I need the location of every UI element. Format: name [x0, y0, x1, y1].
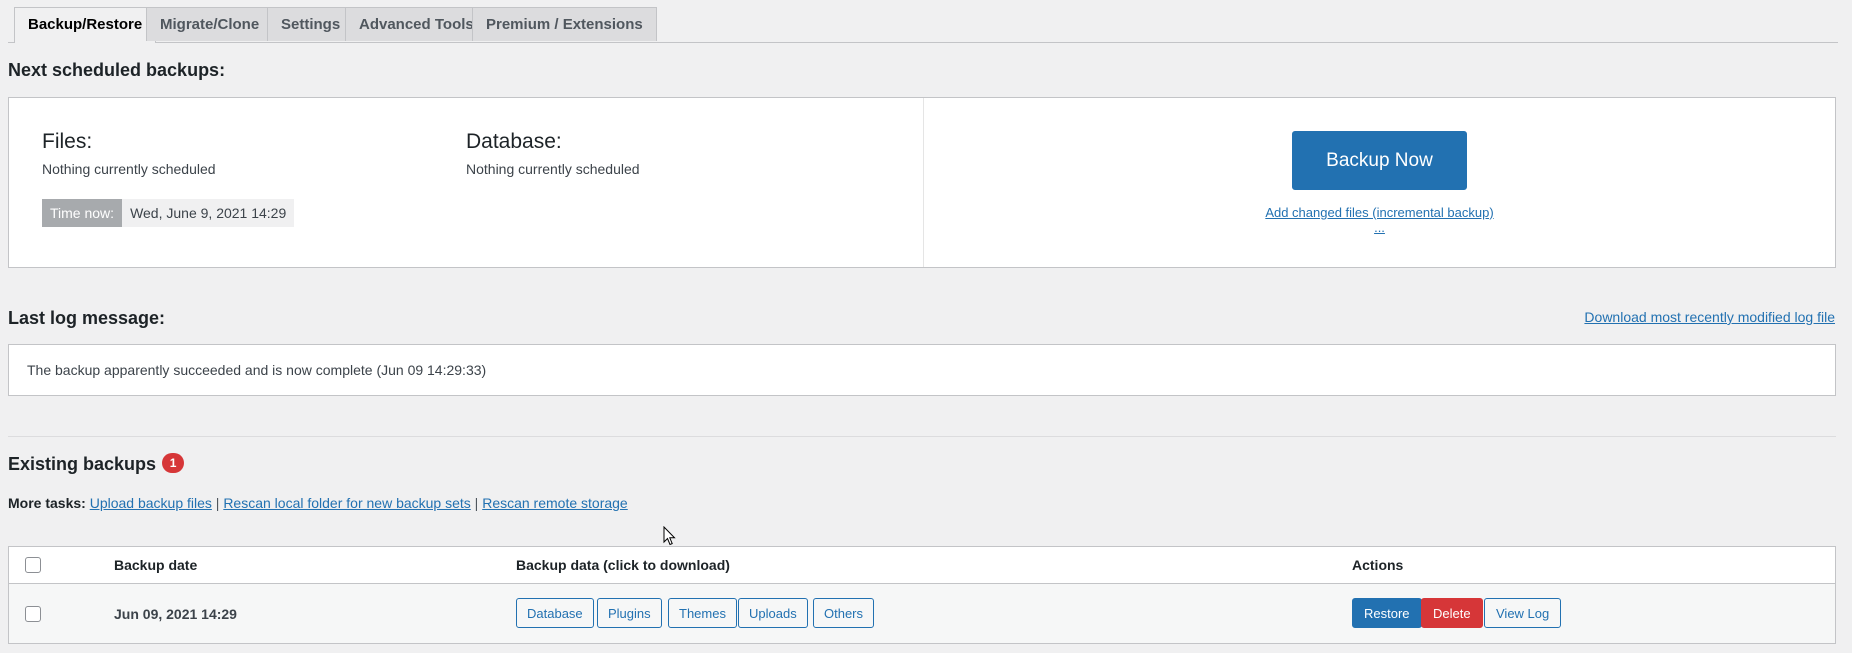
tab-bar: Backup/Restore Migrate/Clone Settings Ad…: [8, 7, 1838, 43]
database-status: Nothing currently scheduled: [466, 161, 640, 177]
row-checkbox[interactable]: [25, 606, 41, 622]
log-message: The backup apparently succeeded and is n…: [27, 362, 487, 378]
files-title: Files:: [42, 130, 93, 153]
select-all-checkbox[interactable]: [25, 557, 41, 573]
download-themes-button[interactable]: Themes: [668, 598, 737, 628]
table-header: Backup date Backup data (click to downlo…: [9, 547, 1835, 584]
col-actions: Actions: [1352, 557, 1404, 573]
existing-backups-title: Existing backups: [8, 454, 157, 474]
upload-backup-files-link[interactable]: Upload backup files: [90, 495, 212, 511]
incremental-backup-link[interactable]: Add changed files (incremental backup) .…: [1261, 205, 1498, 235]
separator: |: [474, 495, 479, 511]
view-log-button[interactable]: View Log: [1484, 598, 1562, 628]
schedule-divider: [923, 98, 924, 267]
tab-premium-extensions[interactable]: Premium / Extensions: [472, 7, 657, 41]
col-backup-data: Backup data (click to download): [516, 557, 730, 573]
backup-now-button[interactable]: Backup Now: [1292, 131, 1467, 190]
database-title: Database:: [466, 130, 562, 153]
existing-backups-heading: Existing backups 1: [8, 453, 185, 475]
time-now-label: Time now:: [42, 199, 123, 227]
delete-button[interactable]: Delete: [1421, 598, 1483, 628]
download-uploads-button[interactable]: Uploads: [738, 598, 808, 628]
tab-backup-restore[interactable]: Backup/Restore: [14, 7, 157, 43]
files-status: Nothing currently scheduled: [42, 161, 216, 177]
download-database-button[interactable]: Database: [516, 598, 594, 628]
last-log-heading: Last log message:: [8, 308, 166, 328]
section-divider: [8, 436, 1836, 437]
mouse-cursor-icon: [663, 526, 676, 546]
schedule-panel: Files: Nothing currently scheduled Datab…: [8, 97, 1836, 268]
tab-advanced-tools[interactable]: Advanced Tools: [345, 7, 488, 41]
backup-date: Jun 09, 2021 14:29: [114, 606, 237, 622]
backup-count-badge: 1: [162, 453, 185, 474]
time-now-value: Wed, June 9, 2021 14:29: [122, 199, 295, 227]
separator: |: [215, 495, 220, 511]
table-row: Jun 09, 2021 14:29 Database Plugins Them…: [9, 584, 1835, 643]
more-tasks: More tasks: Upload backup files | Rescan…: [8, 495, 628, 511]
tab-migrate-clone[interactable]: Migrate/Clone: [146, 7, 274, 41]
rescan-remote-link[interactable]: Rescan remote storage: [482, 495, 628, 511]
backups-table: Backup date Backup data (click to downlo…: [8, 546, 1836, 644]
rescan-local-link[interactable]: Rescan local folder for new backup sets: [223, 495, 470, 511]
download-plugins-button[interactable]: Plugins: [597, 598, 662, 628]
next-scheduled-heading: Next scheduled backups:: [8, 60, 226, 80]
log-panel: The backup apparently succeeded and is n…: [8, 344, 1836, 396]
time-now: Time now: Wed, June 9, 2021 14:29: [42, 199, 295, 227]
download-log-link[interactable]: Download most recently modified log file: [1584, 309, 1835, 325]
tab-settings[interactable]: Settings: [267, 7, 355, 41]
col-backup-date: Backup date: [114, 557, 198, 573]
more-tasks-label: More tasks:: [8, 495, 86, 511]
download-others-button[interactable]: Others: [813, 598, 875, 628]
restore-button[interactable]: Restore: [1352, 598, 1422, 628]
